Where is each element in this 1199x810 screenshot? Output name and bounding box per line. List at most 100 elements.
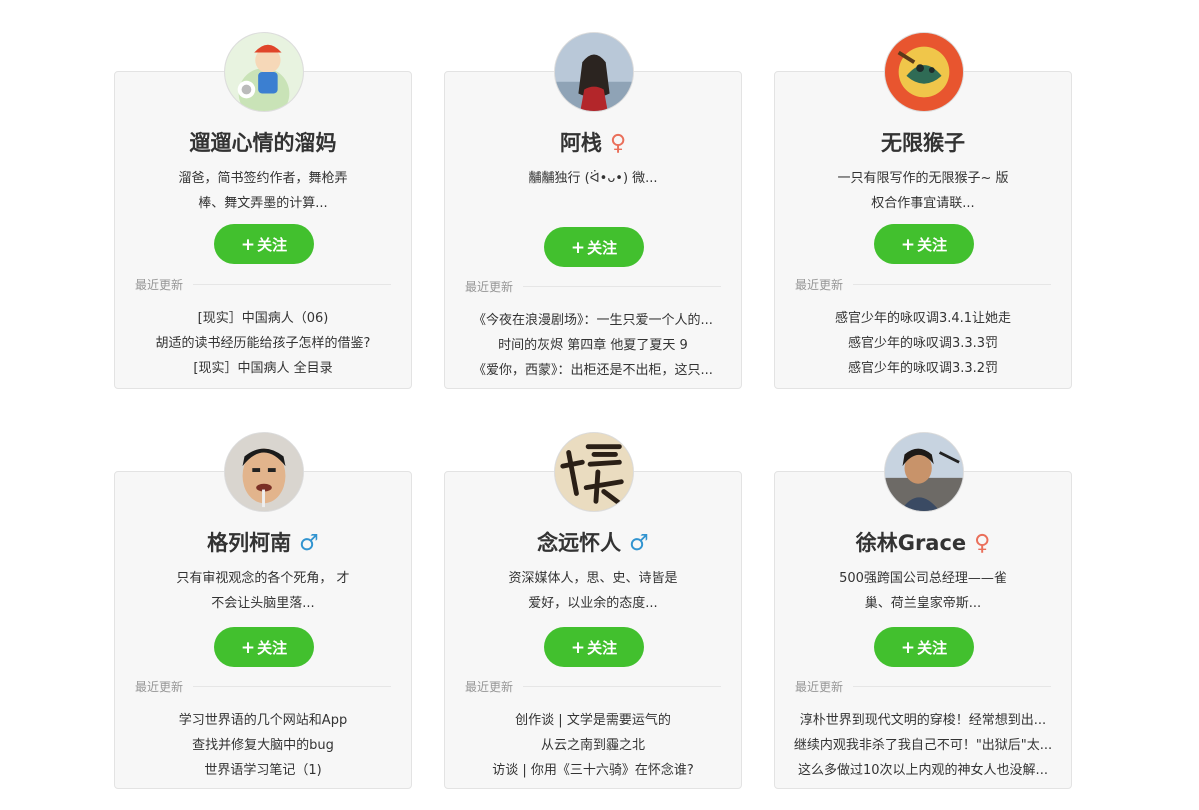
recent-list: 淳朴世界到现代文明的穿梭！经常想到出... 继续内观我非杀了我自己不可！"出狱后…: [791, 708, 1055, 783]
intro-line: 棒、舞文弄墨的计算...: [198, 196, 328, 211]
author-name-row: 徐林Grace ♀: [775, 528, 1071, 559]
follow-label: 关注: [587, 639, 618, 657]
recent-article-link[interactable]: 感官少年的咏叹调3.4.1让她走: [835, 311, 1011, 326]
author-name[interactable]: 格列柯南: [207, 531, 291, 555]
recent-list: 学习世界语的几个网站和App 查找并修复大脑中的bug 世界语学习笔记（1): [131, 708, 395, 783]
recent-updates-label: 最近更新: [135, 680, 184, 694]
follow-button[interactable]: + 关注: [544, 627, 644, 667]
recent-article-link[interactable]: 继续内观我非杀了我自己不可！"出狱后"太...: [794, 738, 1052, 753]
avatar[interactable]: [554, 432, 634, 512]
author-intro: 溜爸，简书签约作者，舞枪弄 棒、舞文弄墨的计算...: [155, 166, 371, 216]
author-intro: 黼黼独行 (ᐛ•ᴗ•) 微...: [485, 166, 701, 191]
list-item: 时间的灰烬 第四章 他夏了夏天 9: [461, 333, 725, 358]
list-item: 淳朴世界到现代文明的穿梭！经常想到出...: [791, 708, 1055, 733]
author-name[interactable]: 念远怀人: [537, 531, 621, 555]
list-item: 访谈 | 你用《三十六骑》在怀念谁?: [461, 758, 725, 783]
recent-article-link[interactable]: 感官少年的咏叹调3.3.3罚: [848, 336, 998, 351]
recent-article-link[interactable]: 世界语学习笔记（1): [204, 763, 321, 778]
avatar[interactable]: [884, 32, 964, 112]
plus-icon: +: [900, 235, 916, 255]
list-item: 学习世界语的几个网站和App: [131, 708, 395, 733]
recent-updates-header: 最近更新: [135, 276, 391, 293]
divider: [523, 286, 721, 287]
avatar[interactable]: [554, 32, 634, 112]
plus-icon: +: [240, 235, 256, 255]
recent-updates-header: 最近更新: [465, 678, 721, 695]
avatar-image: [555, 33, 633, 111]
recent-article-link[interactable]: 胡适的读书经历能给孩子怎样的借鉴?: [156, 336, 371, 351]
follow-button[interactable]: + 关注: [874, 224, 974, 264]
avatar[interactable]: [224, 432, 304, 512]
follow-label: 关注: [257, 236, 288, 254]
follow-label: 关注: [257, 639, 288, 657]
female-icon: ♀: [609, 131, 627, 156]
follow-button[interactable]: + 关注: [544, 227, 644, 267]
male-icon: ♂: [299, 531, 319, 556]
intro-line: 只有审视观念的各个死角， 才: [176, 571, 350, 586]
author-card: 念远怀人 ♂ 资深媒体人，思、史、诗皆是 爱好，以业余的态度... + 关注 最近更…: [444, 432, 742, 789]
list-item: 从云之南到霾之北: [461, 733, 725, 758]
follow-button[interactable]: + 关注: [214, 224, 314, 264]
recent-article-link[interactable]: 时间的灰烬 第四章 他夏了夏天 9: [498, 338, 688, 353]
author-name-row: 念远怀人 ♂: [445, 528, 741, 559]
recent-article-link[interactable]: 这么多做过10次以上内观的神女人也没解...: [798, 763, 1048, 778]
intro-line: 资深媒体人，思、史、诗皆是: [508, 571, 678, 586]
author-name-row: 无限猴子: [775, 128, 1071, 158]
plus-icon: +: [900, 638, 916, 658]
recent-list: 创作谈 | 文学是需要运气的 从云之南到霾之北 访谈 | 你用《三十六骑》在怀念…: [461, 708, 725, 783]
recent-updates-label: 最近更新: [465, 680, 514, 694]
author-name[interactable]: 徐林Grace: [856, 531, 966, 555]
avatar-image: [555, 433, 633, 511]
recent-article-link[interactable]: [现实］中国病人 全目录: [193, 361, 332, 376]
list-item: 《今夜在浪漫剧场》：一生只爱一个人的...: [461, 308, 725, 333]
avatar-image: [885, 433, 963, 511]
author-intro: 资深媒体人，思、史、诗皆是 爱好，以业余的态度...: [485, 566, 701, 616]
list-item: 感官少年的咏叹调3.3.3罚: [791, 331, 1055, 356]
list-item: [现实］中国病人（06): [131, 306, 395, 331]
follow-label: 关注: [917, 639, 948, 657]
recent-updates-label: 最近更新: [795, 278, 844, 292]
intro-line: 爱好，以业余的态度...: [528, 596, 658, 611]
recent-list: 《今夜在浪漫剧场》：一生只爱一个人的... 时间的灰烬 第四章 他夏了夏天 9 …: [461, 308, 725, 383]
intro-line: 一只有限写作的无限猴子~ 版: [837, 171, 1009, 186]
list-item: 感官少年的咏叹调3.4.1让她走: [791, 306, 1055, 331]
author-card: 无限猴子 一只有限写作的无限猴子~ 版 权合作事宜请联... + 关注 最近更新 …: [774, 32, 1072, 389]
recent-article-link[interactable]: 感官少年的咏叹调3.3.2罚: [848, 361, 998, 376]
avatar[interactable]: [884, 432, 964, 512]
recent-article-link[interactable]: 《爱你，西蒙》：出柜还是不出柜，这只...: [473, 363, 713, 378]
recent-article-link[interactable]: 《今夜在浪漫剧场》：一生只爱一个人的...: [473, 313, 713, 328]
divider: [853, 284, 1051, 285]
recent-article-link[interactable]: [现实］中国病人（06): [198, 311, 329, 326]
author-name[interactable]: 阿栈: [560, 131, 602, 155]
recent-article-link[interactable]: 学习世界语的几个网站和App: [179, 713, 347, 728]
recommended-authors-grid: 遛遛心情的溜妈 溜爸，简书签约作者，舞枪弄 棒、舞文弄墨的计算... + 关注 最…: [0, 0, 1199, 810]
recent-article-link[interactable]: 查找并修复大脑中的bug: [192, 738, 334, 753]
intro-line: 权合作事宜请联...: [871, 196, 975, 211]
author-card: 遛遛心情的溜妈 溜爸，简书签约作者，舞枪弄 棒、舞文弄墨的计算... + 关注 最…: [114, 32, 412, 389]
recent-updates-label: 最近更新: [135, 278, 184, 292]
recent-article-link[interactable]: 创作谈 | 文学是需要运气的: [515, 713, 671, 728]
author-name-row: 格列柯南 ♂: [115, 528, 411, 559]
recent-article-link[interactable]: 访谈 | 你用《三十六骑》在怀念谁?: [492, 763, 694, 778]
author-name[interactable]: 遛遛心情的溜妈: [190, 131, 337, 155]
avatar[interactable]: [224, 32, 304, 112]
divider: [523, 686, 721, 687]
follow-label: 关注: [917, 236, 948, 254]
divider: [853, 686, 1051, 687]
follow-button[interactable]: + 关注: [214, 627, 314, 667]
author-name-row: 遛遛心情的溜妈: [115, 128, 411, 158]
recent-article-link[interactable]: 从云之南到霾之北: [541, 738, 645, 753]
list-item: 继续内观我非杀了我自己不可！"出狱后"太...: [791, 733, 1055, 758]
author-name[interactable]: 无限猴子: [881, 131, 965, 155]
list-item: 查找并修复大脑中的bug: [131, 733, 395, 758]
intro-line: 500强跨国公司总经理——雀: [839, 571, 1007, 586]
author-intro: 一只有限写作的无限猴子~ 版 权合作事宜请联...: [815, 166, 1031, 216]
female-icon: ♀: [974, 531, 991, 556]
recent-updates-header: 最近更新: [465, 278, 721, 295]
recent-updates-label: 最近更新: [465, 280, 514, 294]
intro-line: 黼黼独行 (ᐛ•ᴗ•) 微...: [528, 171, 658, 186]
recent-article-link[interactable]: 淳朴世界到现代文明的穿梭！经常想到出...: [800, 713, 1046, 728]
follow-button[interactable]: + 关注: [874, 627, 974, 667]
avatar-image: [885, 33, 963, 111]
list-item: 这么多做过10次以上内观的神女人也没解...: [791, 758, 1055, 783]
